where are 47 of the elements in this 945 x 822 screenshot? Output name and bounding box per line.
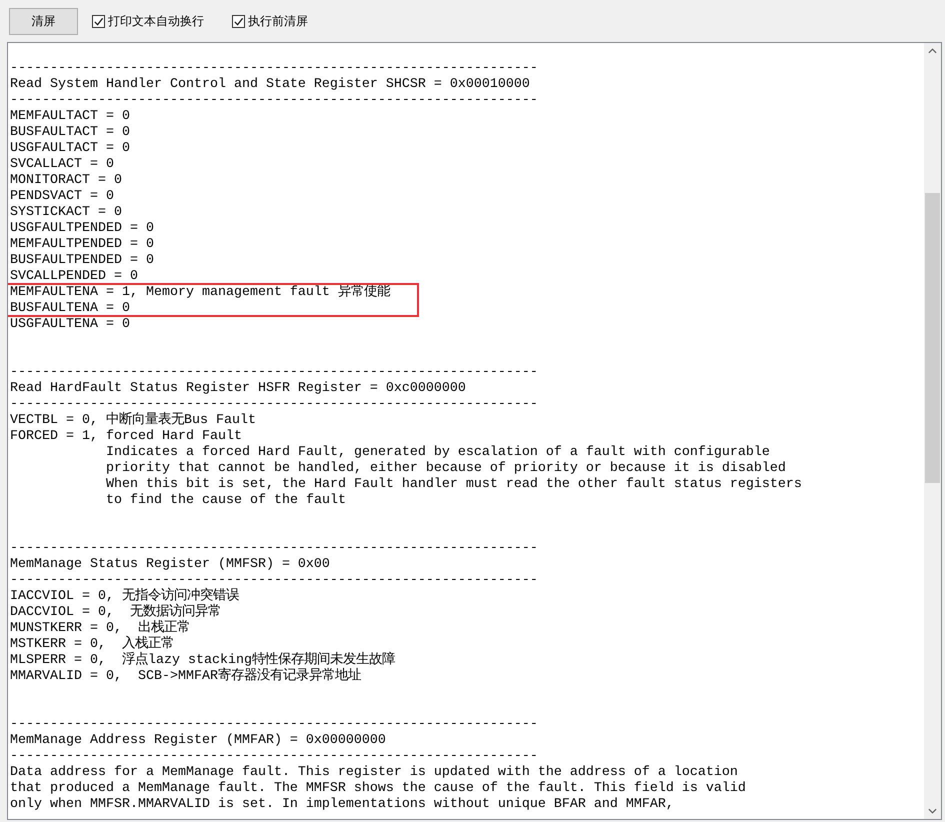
output-line: ------------------------------------------------------------------ (10, 93, 538, 108)
output-line: When this bit is set, the Hard Fault handler must read the other fault status registers (106, 477, 802, 492)
output-line: USGFAULTENA = 0 (10, 317, 130, 332)
output-line: VECTBL = 0, 中断向量表无Bus Fault (10, 413, 256, 428)
scrollbar-thumb[interactable] (925, 193, 940, 483)
output-line: MEMFAULTACT = 0 (10, 109, 130, 124)
output-line: Indicates a forced Hard Fault, generated by escalation of a fault with configurable (106, 445, 770, 460)
output-line: SYSTICKACT = 0 (10, 205, 122, 220)
output-line: BUSFAULTACT = 0 (10, 125, 130, 140)
output-line: ------------------------------------------------------------------ (10, 717, 538, 732)
output-line: that produced a MemManage fault. The MMFSR shows the cause of the fault. This field is valid (10, 781, 746, 796)
output-line: MMARVALID = 0, SCB->MMFAR寄存器没有记录异常地址 (10, 669, 361, 684)
output-line: MEMFAULTPENDED = 0 (10, 237, 154, 252)
output-line: MONITORACT = 0 (10, 173, 122, 188)
clear-screen-button[interactable]: 清屏 (9, 8, 78, 34)
output-line: BUSFAULTPENDED = 0 (10, 253, 154, 268)
output-line: ------------------------------------------------------------------ (10, 573, 538, 588)
output-line: IACCVIOL = 0, 无指令访问冲突错误 (10, 589, 239, 604)
checkbox[interactable] (92, 14, 105, 28)
output-line: to find the cause of the fault (106, 493, 346, 508)
output-line: MUNSTKERR = 0, 出栈正常 (10, 621, 190, 636)
output-line: MLSPERR = 0, 浮点lazy stacking特性保存期间未发生故障 (10, 653, 395, 668)
output-line: USGFAULTPENDED = 0 (10, 221, 154, 236)
output-line: SVCALLPENDED = 0 (10, 269, 138, 284)
output-line: Data address for a MemManage fault. This register is updated with the address of a location (10, 765, 738, 780)
vertical-scrollbar[interactable] (924, 43, 941, 819)
output-line: ------------------------------------------------------------------ (10, 61, 538, 76)
output-line: MemManage Address Register (MMFAR) = 0x00000000 (10, 733, 386, 748)
output-line: Read System Handler Control and State Register SHCSR = 0x00010000 (10, 77, 530, 92)
output-line: MemManage Status Register (MMFSR) = 0x00 (10, 557, 330, 572)
output-line: ------------------------------------------------------------------ (10, 365, 538, 380)
output-line: USGFAULTACT = 0 (10, 141, 130, 156)
output-line: FORCED = 1, forced Hard Fault (10, 429, 242, 444)
output-line: priority that cannot be handled, either because of priority or because it is disabled (106, 461, 786, 476)
output-line: PENDSVACT = 0 (10, 189, 114, 204)
checkbox-label[interactable]: 打印文本自动换行 (108, 12, 204, 30)
output-line: SVCALLACT = 0 (10, 157, 114, 172)
output-line: only when MMFSR.MMARVALID is set. In implementations without unique BFAR and MMFAR, (10, 797, 674, 812)
output-line: Read HardFault Status Register HSFR Register = 0xc0000000 (10, 381, 466, 396)
output-line: ------------------------------------------------------------------ (10, 749, 538, 764)
output-line: MSTKERR = 0, 入栈正常 (10, 637, 174, 652)
output-line: DACCVIOL = 0, 无数据访问异常 (10, 605, 221, 620)
output-line: BUSFAULTENA = 0 (10, 301, 130, 316)
checkbox-label[interactable]: 执行前清屏 (248, 12, 308, 30)
output-line: ------------------------------------------------------------------ (10, 541, 538, 556)
output-line: ------------------------------------------------------------------ (10, 397, 538, 412)
checkbox[interactable] (232, 14, 245, 28)
